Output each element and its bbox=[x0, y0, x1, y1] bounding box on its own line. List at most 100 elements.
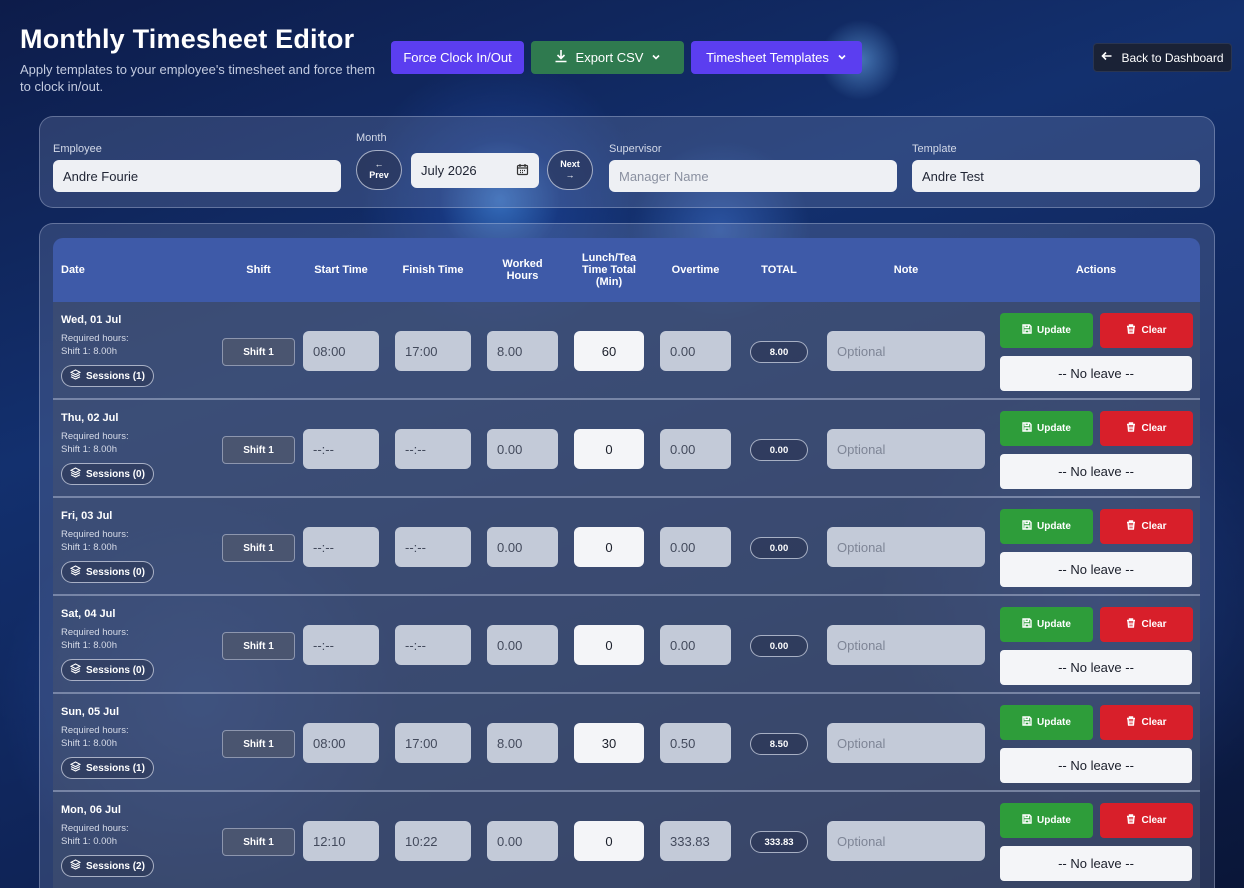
note-input[interactable]: Optional bbox=[827, 331, 985, 371]
clear-button[interactable]: Clear bbox=[1100, 313, 1193, 348]
sessions-button[interactable]: Sessions (2) bbox=[61, 855, 154, 877]
sessions-label: Sessions (1) bbox=[86, 370, 145, 382]
shift-select[interactable]: Shift 1 bbox=[222, 828, 295, 856]
lunch-minutes-input[interactable]: 0 bbox=[574, 625, 644, 665]
layers-icon bbox=[69, 369, 82, 383]
clear-button[interactable]: Clear bbox=[1100, 705, 1193, 740]
lunch-minutes-input[interactable]: 60 bbox=[574, 331, 644, 371]
row-date: Mon, 06 Jul bbox=[61, 804, 121, 816]
note-input[interactable]: Optional bbox=[827, 723, 985, 763]
supervisor-label: Supervisor bbox=[609, 143, 662, 155]
trash-icon bbox=[1126, 520, 1136, 533]
lunch-minutes-input[interactable]: 0 bbox=[574, 821, 644, 861]
update-button[interactable]: Update bbox=[1000, 705, 1093, 740]
start-time-input[interactable]: 08:00 bbox=[303, 331, 379, 371]
clear-button[interactable]: Clear bbox=[1100, 607, 1193, 642]
update-button[interactable]: Update bbox=[1000, 509, 1093, 544]
timesheet-templates-button[interactable]: Timesheet Templates bbox=[691, 41, 862, 74]
shift-select[interactable]: Shift 1 bbox=[222, 338, 295, 366]
calendar-icon[interactable] bbox=[516, 163, 529, 179]
row-date: Fri, 03 Jul bbox=[61, 510, 113, 522]
clear-button[interactable]: Clear bbox=[1100, 411, 1193, 446]
worked-hours-value: 8.00 bbox=[487, 331, 558, 371]
start-time-input[interactable]: --:-- bbox=[303, 625, 379, 665]
layers-icon bbox=[69, 467, 82, 481]
row-date: Sun, 05 Jul bbox=[61, 706, 120, 718]
export-csv-button[interactable]: Export CSV bbox=[531, 41, 684, 74]
finish-time-input[interactable]: 10:22 bbox=[395, 821, 471, 861]
save-icon bbox=[1022, 716, 1032, 729]
col-date: Date bbox=[61, 264, 85, 276]
shift-select[interactable]: Shift 1 bbox=[222, 436, 295, 464]
force-clock-button[interactable]: Force Clock In/Out bbox=[391, 41, 524, 74]
update-button[interactable]: Update bbox=[1000, 607, 1093, 642]
clear-button[interactable]: Clear bbox=[1100, 509, 1193, 544]
template-label: Template bbox=[912, 143, 957, 155]
template-select[interactable]: Andre Test bbox=[912, 160, 1200, 192]
note-input[interactable]: Optional bbox=[827, 527, 985, 567]
supervisor-input[interactable]: Manager Name bbox=[609, 160, 897, 192]
leave-select[interactable]: -- No leave -- bbox=[1000, 748, 1192, 783]
sessions-button[interactable]: Sessions (1) bbox=[61, 757, 154, 779]
back-to-dashboard-button[interactable]: Back to Dashboard bbox=[1093, 43, 1232, 72]
page-subtitle: Apply templates to your employee's times… bbox=[20, 62, 376, 94]
clear-button[interactable]: Clear bbox=[1100, 803, 1193, 838]
lunch-minutes-input[interactable]: 0 bbox=[574, 429, 644, 469]
save-icon bbox=[1022, 520, 1032, 533]
finish-time-input[interactable]: 17:00 bbox=[395, 331, 471, 371]
col-overtime: Overtime bbox=[671, 264, 720, 276]
lunch-minutes-input[interactable]: 0 bbox=[574, 527, 644, 567]
start-time-input[interactable]: 12:10 bbox=[303, 821, 379, 861]
sessions-button[interactable]: Sessions (0) bbox=[61, 561, 154, 583]
worked-hours-value: 8.00 bbox=[487, 723, 558, 763]
lunch-minutes-input[interactable]: 30 bbox=[574, 723, 644, 763]
worked-hours-value: 0.00 bbox=[487, 821, 558, 861]
row-required-hours: Required hours: Shift 1: 0.00h bbox=[61, 823, 129, 847]
layers-icon bbox=[69, 859, 82, 873]
col-note: Note bbox=[893, 264, 919, 276]
update-button[interactable]: Update bbox=[1000, 803, 1093, 838]
finish-time-input[interactable]: 17:00 bbox=[395, 723, 471, 763]
update-button[interactable]: Update bbox=[1000, 411, 1093, 446]
shift-select[interactable]: Shift 1 bbox=[222, 730, 295, 758]
finish-time-input[interactable]: --:-- bbox=[395, 527, 471, 567]
sessions-button[interactable]: Sessions (0) bbox=[61, 463, 154, 485]
note-input[interactable]: Optional bbox=[827, 625, 985, 665]
note-input[interactable]: Optional bbox=[827, 821, 985, 861]
col-actions: Actions bbox=[1075, 264, 1117, 276]
export-csv-label: Export CSV bbox=[575, 50, 644, 65]
shift-select[interactable]: Shift 1 bbox=[222, 632, 295, 660]
finish-time-input[interactable]: --:-- bbox=[395, 429, 471, 469]
month-input[interactable]: July 2026 bbox=[411, 153, 539, 188]
next-month-button[interactable]: Next → bbox=[547, 150, 593, 190]
trash-icon bbox=[1126, 324, 1136, 337]
start-time-input[interactable]: --:-- bbox=[303, 429, 379, 469]
start-time-input[interactable]: --:-- bbox=[303, 527, 379, 567]
row-date: Wed, 01 Jul bbox=[61, 314, 122, 326]
finish-time-input[interactable]: --:-- bbox=[395, 625, 471, 665]
leave-select[interactable]: -- No leave -- bbox=[1000, 650, 1192, 685]
overtime-value: 0.00 bbox=[660, 625, 731, 665]
trash-icon bbox=[1126, 618, 1136, 631]
start-time-input[interactable]: 08:00 bbox=[303, 723, 379, 763]
overtime-value: 0.50 bbox=[660, 723, 731, 763]
clear-label: Clear bbox=[1141, 521, 1167, 532]
clear-label: Clear bbox=[1141, 325, 1167, 336]
leave-select[interactable]: -- No leave -- bbox=[1000, 454, 1192, 489]
update-button[interactable]: Update bbox=[1000, 313, 1093, 348]
leave-select[interactable]: -- No leave -- bbox=[1000, 846, 1192, 881]
sessions-label: Sessions (0) bbox=[86, 664, 145, 676]
sessions-button[interactable]: Sessions (1) bbox=[61, 365, 154, 387]
employee-input[interactable]: Andre Fourie bbox=[53, 160, 341, 192]
leave-select[interactable]: -- No leave -- bbox=[1000, 356, 1192, 391]
shift-select[interactable]: Shift 1 bbox=[222, 534, 295, 562]
table-row: Sat, 04 Jul Required hours: Shift 1: 8.00… bbox=[53, 596, 1200, 694]
sessions-button[interactable]: Sessions (0) bbox=[61, 659, 154, 681]
note-input[interactable]: Optional bbox=[827, 429, 985, 469]
prev-month-button[interactable]: ← Prev bbox=[356, 150, 402, 190]
leave-select[interactable]: -- No leave -- bbox=[1000, 552, 1192, 587]
update-label: Update bbox=[1037, 717, 1071, 728]
arrow-right-icon: → bbox=[565, 170, 575, 180]
force-clock-label: Force Clock In/Out bbox=[403, 50, 512, 65]
col-start: Start Time bbox=[314, 264, 368, 276]
